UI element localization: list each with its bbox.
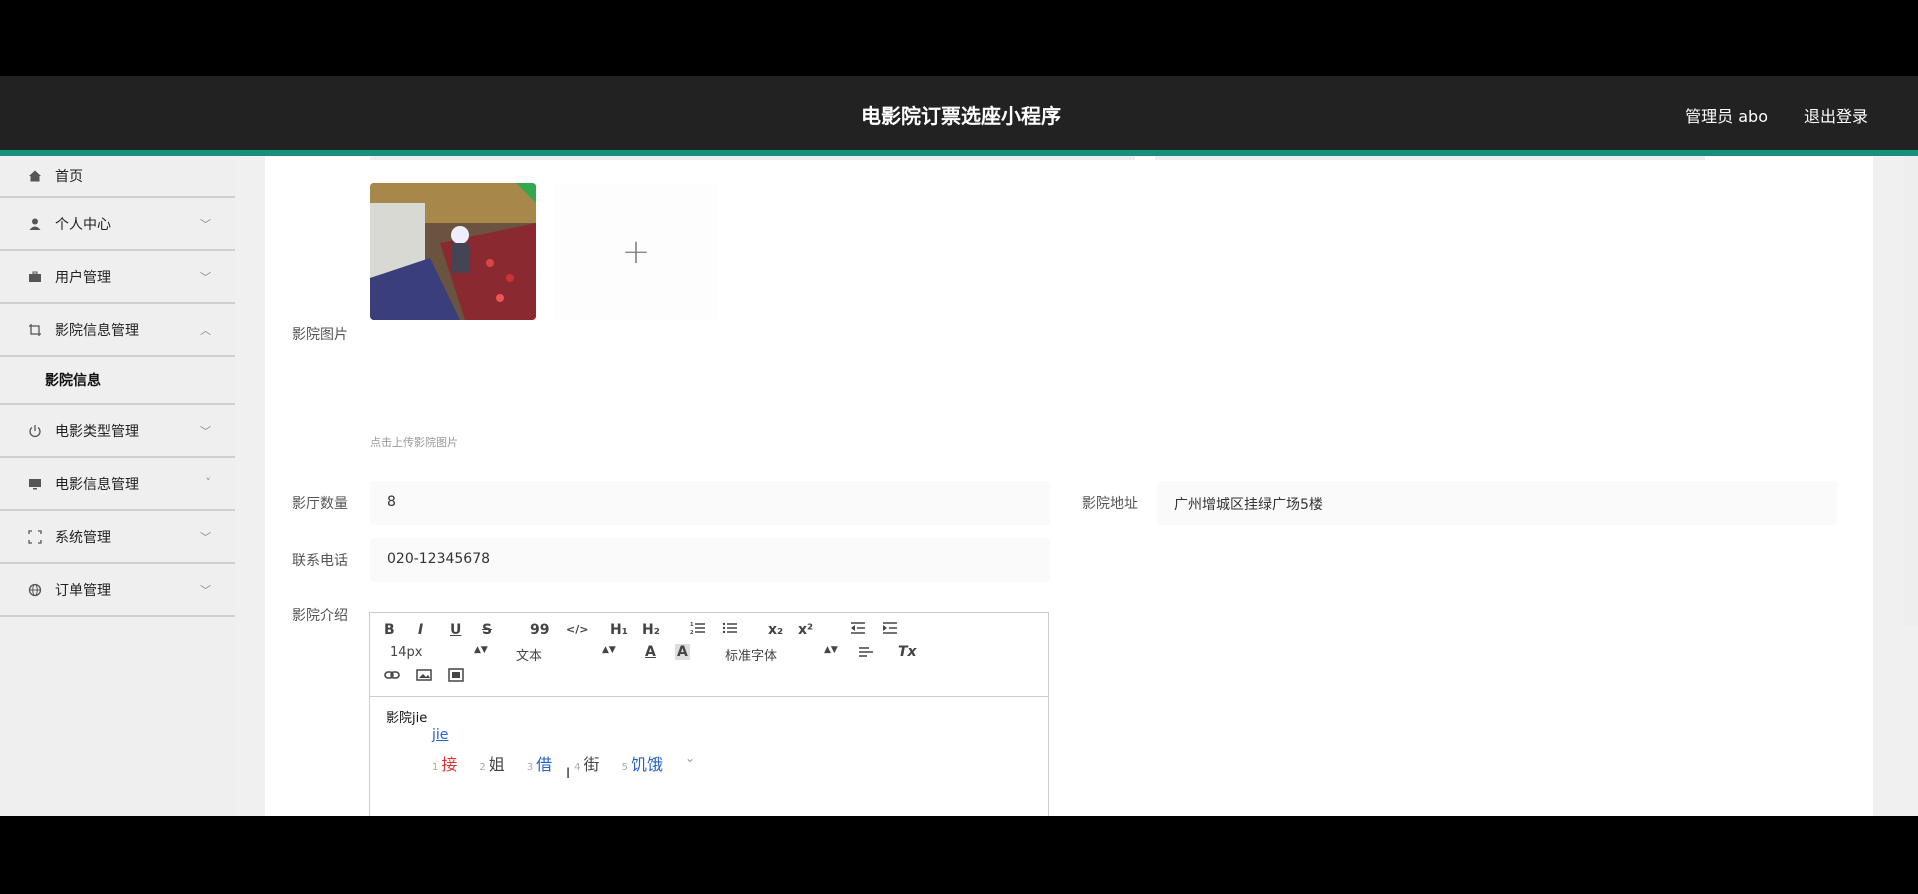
chevron-down-icon: ﹀ — [200, 531, 211, 544]
intro-label: 影院介绍 — [292, 608, 348, 624]
ime-candidate[interactable]: 5 饥饿 — [622, 751, 663, 775]
align-button[interactable] — [858, 645, 874, 663]
bullet-list-button[interactable] — [722, 621, 738, 639]
video-icon[interactable] — [448, 668, 464, 686]
editor-content[interactable]: 影院jie jie 1接 2姐 3借 4街 5 饥饿 ⌄ — [370, 697, 1048, 815]
admin-user-label: 管理员 abo — [1685, 107, 1768, 126]
strike-button[interactable]: S — [482, 622, 492, 638]
sidebar-item-label: 系统管理 — [55, 529, 111, 546]
chevron-up-icon: ︿ — [200, 324, 211, 337]
power-icon — [27, 423, 43, 439]
rich-text-editor[interactable]: B I U S 99 </> H₁ H₂ 12 x₂ x² 14px ▲▼ 文本… — [369, 612, 1049, 816]
sidebar-item-movie-info[interactable]: 电影信息管理 ˅ — [0, 458, 235, 511]
font-size-arrows-icon: ▲▼ — [474, 645, 488, 655]
page-scrollbar[interactable] — [1904, 156, 1918, 626]
ordered-list-button[interactable]: 12 — [690, 621, 706, 639]
image-label: 影院图片 — [292, 327, 348, 343]
ime-candidate[interactable]: 1接 — [432, 751, 457, 775]
main-content: 影院图片 + 点击上传影院图片 影厅数量 8 影院地址 广州增城区挂绿广场5楼 — [265, 156, 1873, 816]
sidebar-item-system[interactable]: 系统管理 ﹀ — [0, 511, 235, 564]
font-family-arrows-icon: ▲▼ — [824, 645, 838, 655]
briefcase-icon — [27, 269, 43, 285]
chevron-down-icon: ﹀ — [200, 271, 211, 284]
prev-field-edge — [1155, 156, 1705, 160]
address-label: 影院地址 — [1082, 496, 1138, 512]
bold-button[interactable]: B — [384, 622, 395, 638]
ime-candidate-list: 1接 2姐 3借 4街 5 饥饿 ⌄ — [432, 751, 695, 775]
italic-button[interactable]: I — [418, 622, 423, 638]
sidebar-item-cinema-info-mgmt[interactable]: 影院信息管理 ︿ — [0, 304, 235, 357]
sidebar-item-users[interactable]: 用户管理 ﹀ — [0, 251, 235, 304]
sidebar-item-label: 影院信息管理 — [55, 322, 139, 339]
sidebar-subitem-cinema-info[interactable]: 影院信息 — [0, 357, 235, 405]
address-field[interactable]: 广州增城区挂绿广场5楼 — [1157, 481, 1837, 525]
chevron-down-icon: ˅ — [205, 476, 212, 489]
phone-field[interactable]: 020-12345678 — [370, 538, 1050, 582]
chevron-down-icon: ﹀ — [200, 584, 211, 597]
sidebar-item-personal[interactable]: 个人中心 ﹀ — [0, 198, 235, 251]
code-block-button[interactable]: </> — [566, 623, 588, 636]
header-arrows-icon: ▲▼ — [602, 645, 616, 655]
subscript-button[interactable]: x₂ — [768, 622, 783, 638]
svg-text:1: 1 — [690, 622, 694, 628]
svg-text:2: 2 — [690, 630, 694, 635]
editor-toolbar: B I U S 99 </> H₁ H₂ 12 x₂ x² 14px ▲▼ 文本… — [370, 613, 1048, 697]
app-screen: 电影院订票选座小程序 管理员 abo 退出登录 首页 个人中心 ﹀ 用户管理 ﹀ — [0, 76, 1918, 816]
blockquote-button[interactable]: 99 — [530, 622, 549, 638]
sidebar-item-home[interactable]: 首页 — [0, 156, 235, 198]
top-header: 电影院订票选座小程序 管理员 abo 退出登录 — [0, 76, 1918, 151]
sidebar-item-label: 用户管理 — [55, 269, 111, 286]
ime-candidate[interactable]: 2姐 — [479, 751, 504, 775]
font-size-select[interactable]: 14px — [390, 645, 423, 660]
image-icon[interactable] — [416, 668, 432, 686]
user-icon — [27, 216, 43, 232]
font-family-select[interactable]: 标准字体 — [725, 645, 777, 664]
upload-add-button[interactable]: + — [554, 183, 718, 320]
sidebar-item-label: 个人中心 — [55, 216, 111, 233]
header-select[interactable]: 文本 — [516, 645, 542, 664]
indent-button[interactable] — [882, 621, 898, 639]
upload-hint: 点击上传影院图片 — [370, 436, 458, 449]
text-cursor-icon: I — [566, 766, 571, 782]
logout-button[interactable]: 退出登录 — [1804, 103, 1868, 127]
sidebar-item-label: 首页 — [55, 169, 83, 185]
chevron-down-icon: ﹀ — [200, 218, 211, 231]
font-color-button[interactable]: A — [645, 644, 656, 660]
prev-field-edge — [1050, 156, 1135, 160]
chevron-down-icon: ﹀ — [200, 425, 211, 438]
underline-button[interactable]: U — [450, 622, 461, 638]
phone-label: 联系电话 — [292, 553, 348, 569]
sidebar-item-movie-types[interactable]: 电影类型管理 ﹀ — [0, 405, 235, 458]
ime-candidate[interactable]: 4街 — [574, 751, 599, 775]
ime-composition: jie — [432, 727, 449, 743]
expand-icon — [27, 529, 43, 545]
home-icon — [27, 168, 43, 184]
crop-icon — [27, 322, 43, 338]
app-title: 电影院订票选座小程序 — [861, 104, 1061, 128]
cinema-image-thumbnail[interactable] — [370, 183, 536, 320]
ime-candidate[interactable]: 3借 — [527, 751, 552, 775]
halls-field[interactable]: 8 — [370, 481, 1050, 525]
monitor-icon — [27, 476, 43, 492]
sidebar-item-label: 订单管理 — [55, 582, 111, 599]
prev-field-edge — [370, 156, 1050, 160]
sidebar-item-label: 电影信息管理 — [55, 476, 139, 493]
plus-icon: + — [621, 231, 651, 272]
h2-button[interactable]: H₂ — [642, 622, 660, 638]
background-color-button[interactable]: A — [675, 644, 690, 660]
editor-text: 影院jie — [386, 711, 428, 726]
sidebar-item-orders[interactable]: 订单管理 ﹀ — [0, 564, 235, 617]
clear-format-button[interactable]: Tx — [898, 644, 917, 660]
globe-icon — [27, 582, 43, 598]
sidebar: 首页 个人中心 ﹀ 用户管理 ﹀ 影院信息管理 ︿ 影院信息 电影类型管理 ﹀ … — [0, 156, 235, 816]
h1-button[interactable]: H₁ — [610, 622, 628, 638]
superscript-button[interactable]: x² — [798, 622, 813, 638]
ime-expand-icon[interactable]: ⌄ — [685, 751, 695, 775]
outdent-button[interactable] — [850, 621, 866, 639]
link-icon[interactable] — [384, 668, 400, 686]
sidebar-item-label: 电影类型管理 — [55, 423, 139, 440]
halls-label: 影厅数量 — [292, 496, 348, 512]
